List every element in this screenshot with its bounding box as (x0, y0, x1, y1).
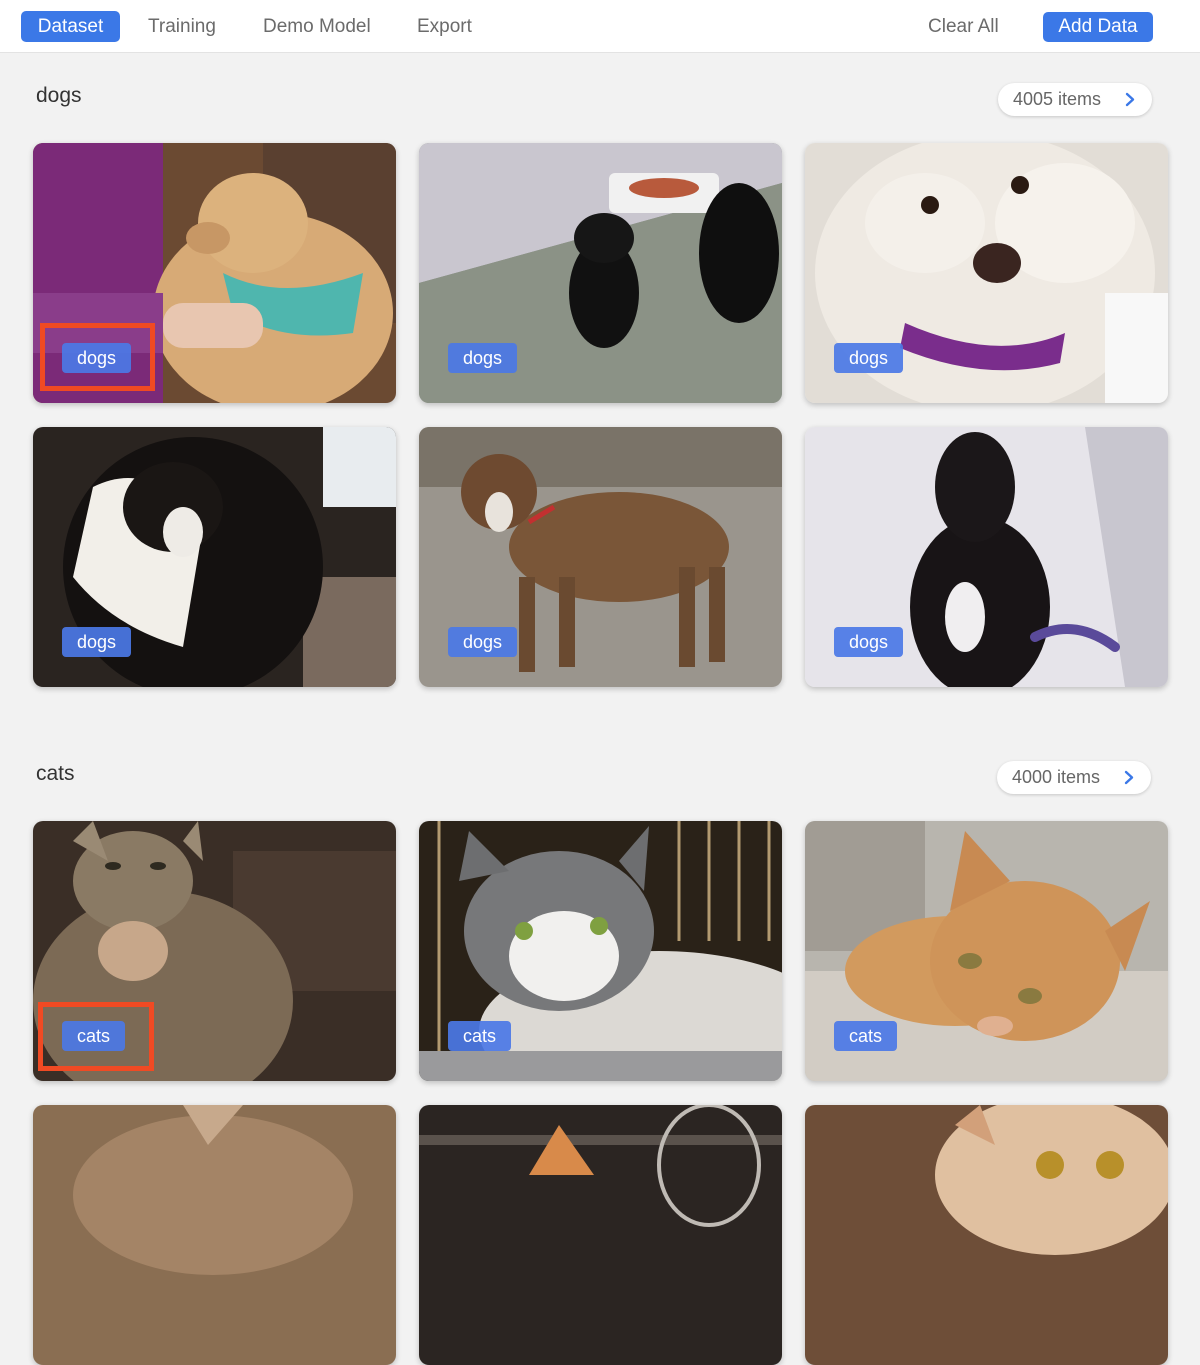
highlight-box (38, 1002, 154, 1071)
tab-export[interactable]: Export (402, 11, 487, 42)
image-card[interactable]: cats (805, 821, 1168, 1081)
cat-photo (33, 1105, 396, 1365)
image-card[interactable]: dogs (805, 427, 1168, 687)
label-tag: cats (834, 1021, 898, 1051)
image-card[interactable]: dogs (805, 143, 1168, 403)
label-tag: dogs (834, 343, 904, 373)
count-label: 4005 items (1013, 89, 1102, 109)
image-card[interactable] (805, 1105, 1168, 1365)
top-nav: Dataset Training Demo Model Export Clear… (0, 0, 1200, 53)
tab-demo-model[interactable]: Demo Model (248, 11, 386, 42)
section-title-dogs: dogs (36, 84, 82, 107)
chevron-right-icon (1125, 92, 1135, 107)
dogs-count-button[interactable]: 4005 items (998, 83, 1152, 116)
label-tag: dogs (62, 627, 132, 657)
cats-count-button[interactable]: 4000 items (997, 761, 1151, 794)
image-card[interactable]: dogs (419, 143, 782, 403)
cat-photo (805, 1105, 1168, 1365)
count-label: 4000 items (1012, 767, 1101, 787)
highlight-box (40, 323, 155, 391)
label-tag: dogs (448, 343, 518, 373)
cat-photo (419, 1105, 782, 1365)
section-title-cats: cats (36, 762, 75, 785)
image-card[interactable]: dogs (419, 427, 782, 687)
label-tag: cats (448, 1021, 512, 1051)
image-card[interactable]: dogs (33, 427, 396, 687)
add-data-button[interactable]: Add Data (1043, 12, 1153, 42)
chevron-right-icon (1124, 770, 1134, 785)
label-tag: dogs (834, 627, 904, 657)
label-tag: dogs (448, 627, 518, 657)
image-card[interactable]: cats (419, 821, 782, 1081)
tab-dataset[interactable]: Dataset (21, 11, 120, 42)
image-card[interactable] (419, 1105, 782, 1365)
image-card[interactable] (33, 1105, 396, 1365)
tab-training[interactable]: Training (133, 11, 231, 42)
clear-all-button[interactable]: Clear All (913, 11, 1014, 42)
